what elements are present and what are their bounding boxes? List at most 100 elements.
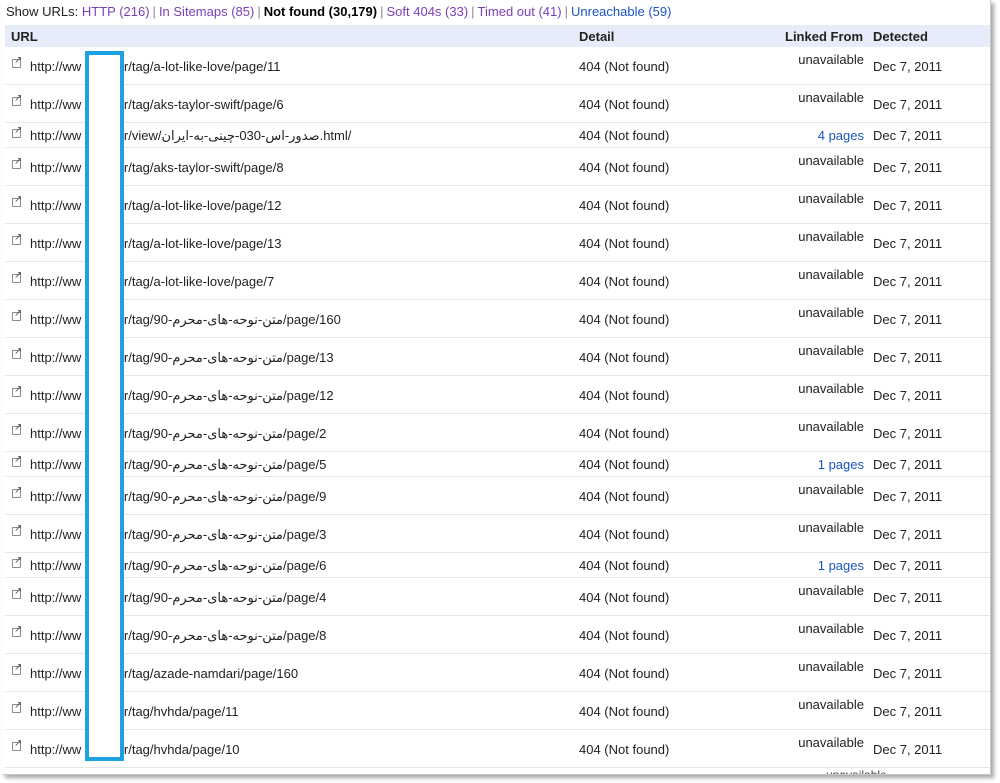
- error-detail[interactable]: 404 (Not found): [579, 312, 669, 327]
- url-prefix[interactable]: http://ww: [30, 198, 81, 213]
- external-link-icon[interactable]: [12, 422, 22, 435]
- table-row: http://ww ir/view/صدور-اس-030-چینی-به-ایر…: [5, 123, 990, 148]
- url-path[interactable]: ir/tag/hvhda/page/10: [121, 742, 240, 757]
- external-link-icon[interactable]: [12, 384, 22, 397]
- url-prefix[interactable]: http://ww: [30, 457, 81, 472]
- filter-unreachable[interactable]: Unreachable (59): [571, 4, 671, 19]
- table-row: http://ww ir/tag/90-متن-نوحه-های-محرم/pag…: [5, 300, 990, 338]
- url-prefix[interactable]: http://ww: [30, 312, 81, 327]
- url-path[interactable]: ir/tag/aks-taylor-swift/page/8: [121, 160, 284, 175]
- external-link-icon[interactable]: [12, 194, 22, 207]
- filter-soft-404s[interactable]: Soft 404s (33): [387, 4, 469, 19]
- url-path[interactable]: ir/tag/90-متن-نوحه-های-محرم/page/6: [121, 558, 326, 574]
- column-header-detected[interactable]: Detected: [873, 29, 928, 44]
- filter-timed-out[interactable]: Timed out (41): [478, 4, 562, 19]
- error-detail[interactable]: 404 (Not found): [579, 558, 669, 573]
- linked-from: unavailable: [798, 697, 864, 712]
- url-prefix[interactable]: http://ww: [30, 527, 81, 542]
- url-path[interactable]: ir/tag/90-متن-نوحه-های-محرم/page/4: [121, 590, 326, 606]
- detected-date: Dec 7, 2011: [873, 489, 943, 504]
- external-link-icon[interactable]: [12, 454, 22, 467]
- linked-from: unavailable: [798, 52, 864, 67]
- error-detail[interactable]: 404 (Not found): [579, 489, 669, 504]
- external-link-icon[interactable]: [12, 555, 22, 568]
- url-path[interactable]: ir/tag/90-متن-نوحه-های-محرم/page/12: [121, 388, 334, 404]
- url-path[interactable]: ir/tag/hvhda/page/11: [121, 704, 239, 719]
- url-prefix[interactable]: http://ww: [30, 558, 81, 573]
- error-detail[interactable]: 404 (Not found): [579, 198, 669, 213]
- url-path[interactable]: ir/tag/a-lot-like-love/page/12: [121, 198, 281, 213]
- error-detail[interactable]: 404 (Not found): [579, 97, 669, 112]
- error-detail[interactable]: 404 (Not found): [579, 274, 669, 289]
- url-path[interactable]: ir/tag/90-متن-نوحه-های-محرم/page/5: [121, 457, 326, 473]
- error-detail[interactable]: 404 (Not found): [579, 59, 669, 74]
- external-link-icon[interactable]: [12, 270, 22, 283]
- url-prefix[interactable]: http://ww: [30, 704, 81, 719]
- error-detail[interactable]: 404 (Not found): [579, 388, 669, 403]
- external-link-icon[interactable]: [12, 93, 22, 106]
- external-link-icon[interactable]: [12, 125, 22, 138]
- url-prefix[interactable]: http://ww: [30, 426, 81, 441]
- external-link-icon[interactable]: [12, 586, 22, 599]
- external-link-icon[interactable]: [12, 346, 22, 359]
- column-header-linked-from[interactable]: Linked From: [785, 29, 863, 44]
- url-path[interactable]: ir/tag/90-متن-نوحه-های-محرم/page/160: [121, 312, 341, 328]
- error-detail[interactable]: 404 (Not found): [579, 742, 669, 757]
- url-path[interactable]: ir/tag/a-lot-like-love/page/7: [121, 274, 274, 289]
- external-link-icon[interactable]: [12, 308, 22, 321]
- external-link-icon[interactable]: [12, 624, 22, 637]
- error-detail[interactable]: 404 (Not found): [579, 628, 669, 643]
- external-link-icon[interactable]: [12, 523, 22, 536]
- url-prefix[interactable]: http://ww: [30, 742, 81, 757]
- url-path[interactable]: ir/tag/90-متن-نوحه-های-محرم/page/13: [121, 350, 334, 366]
- url-path[interactable]: ir/view/صدور-اس-030-چینی-به-ایران.html/: [121, 128, 351, 144]
- url-prefix[interactable]: http://ww: [30, 236, 81, 251]
- external-link-icon[interactable]: [12, 55, 22, 68]
- error-detail[interactable]: 404 (Not found): [579, 236, 669, 251]
- url-prefix[interactable]: http://ww: [30, 59, 81, 74]
- error-detail[interactable]: 404 (Not found): [579, 457, 669, 472]
- filter-http[interactable]: HTTP (216): [82, 4, 150, 19]
- url-path[interactable]: ir/tag/aks-taylor-swift/page/6: [121, 97, 284, 112]
- error-detail[interactable]: 404 (Not found): [579, 160, 669, 175]
- error-detail[interactable]: 404 (Not found): [579, 128, 669, 143]
- separator: |: [471, 4, 475, 19]
- url-prefix[interactable]: http://ww: [30, 97, 81, 112]
- url-path[interactable]: ir/tag/90-متن-نوحه-های-محرم/page/3: [121, 527, 326, 543]
- separator: |: [564, 4, 568, 19]
- url-prefix[interactable]: http://ww: [30, 489, 81, 504]
- error-detail[interactable]: 404 (Not found): [579, 426, 669, 441]
- url-path[interactable]: ir/tag/a-lot-like-love/page/11: [121, 59, 280, 74]
- column-header-detail[interactable]: Detail: [579, 29, 614, 44]
- url-prefix[interactable]: http://ww: [30, 666, 81, 681]
- error-detail[interactable]: 404 (Not found): [579, 590, 669, 605]
- linked-from[interactable]: 1 pages: [818, 457, 864, 472]
- linked-from[interactable]: 4 pages: [818, 128, 864, 143]
- external-link-icon[interactable]: [12, 156, 22, 169]
- url-prefix[interactable]: http://ww: [30, 388, 81, 403]
- external-link-icon[interactable]: [12, 700, 22, 713]
- url-path[interactable]: ir/tag/a-lot-like-love/page/13: [121, 236, 281, 251]
- url-prefix[interactable]: http://ww: [30, 128, 81, 143]
- url-path[interactable]: ir/tag/90-متن-نوحه-های-محرم/page/9: [121, 489, 326, 505]
- external-link-icon[interactable]: [12, 662, 22, 675]
- url-path[interactable]: ir/tag/90-متن-نوحه-های-محرم/page/2: [121, 426, 326, 442]
- url-path[interactable]: ir/tag/azade-namdari/page/160: [121, 666, 298, 681]
- external-link-icon[interactable]: [12, 738, 22, 751]
- error-detail[interactable]: 404 (Not found): [579, 350, 669, 365]
- error-detail[interactable]: 404 (Not found): [579, 666, 669, 681]
- filter-in-sitemaps[interactable]: In Sitemaps (85): [159, 4, 254, 19]
- url-prefix[interactable]: http://ww: [30, 628, 81, 643]
- linked-from[interactable]: 1 pages: [818, 558, 864, 573]
- error-detail[interactable]: 404 (Not found): [579, 704, 669, 719]
- column-header-url[interactable]: URL: [11, 29, 38, 44]
- external-link-icon[interactable]: [12, 232, 22, 245]
- url-prefix[interactable]: http://ww: [30, 160, 81, 175]
- url-prefix[interactable]: http://ww: [30, 590, 81, 605]
- url-filter-bar: Show URLs: HTTP (216) | In Sitemaps (85) | N…: [6, 4, 671, 19]
- external-link-icon[interactable]: [12, 485, 22, 498]
- url-prefix[interactable]: http://ww: [30, 274, 81, 289]
- url-path[interactable]: ir/tag/90-متن-نوحه-های-محرم/page/8: [121, 628, 326, 644]
- error-detail[interactable]: 404 (Not found): [579, 527, 669, 542]
- url-prefix[interactable]: http://ww: [30, 350, 81, 365]
